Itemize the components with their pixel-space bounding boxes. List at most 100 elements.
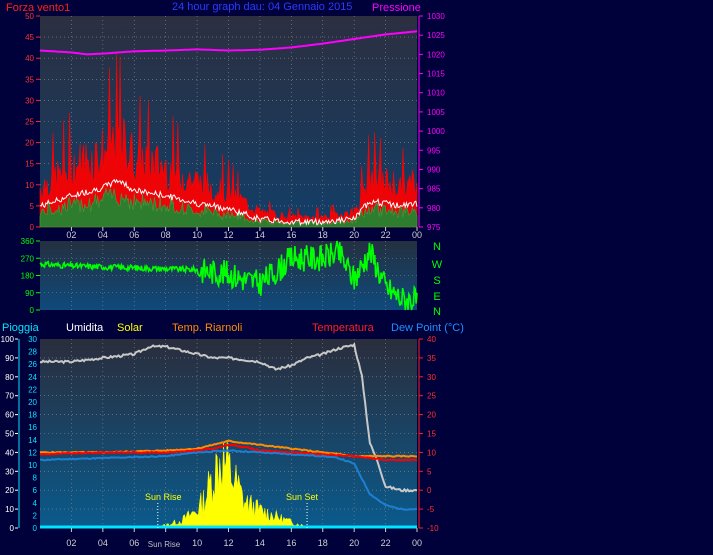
temperature-tick-label: 30 [427,373,436,382]
x-tick-label: 06 [129,538,139,548]
direction-tick-label: 180 [21,272,35,281]
pressure-tick-label: 980 [427,204,441,213]
rain-tick-label: 0 [10,524,15,533]
weather-dashboard: Forza vento1 24 hour graph dau: 04 Genna… [1,1,464,549]
temperature-tick-label: 10 [427,448,436,457]
wind-tick-label: 10 [25,181,34,190]
humidity-tick-label: 18 [28,411,37,420]
compass-label-w: W [432,259,443,271]
wind-tick-label: 5 [30,202,35,211]
wind-tick-label: 35 [25,75,34,84]
wind-tick-label: 15 [25,160,34,169]
pressure-tick-label: 1030 [427,12,445,21]
temperature-tick-label: 20 [427,411,436,420]
wind-tick-label: 0 [30,223,35,232]
direction-tick-label: 360 [21,237,35,246]
indoor-temp-title: Temp. Riarnoli [172,322,242,334]
x-tick-label: 18 [318,230,328,240]
x-tick-label: 06 [129,230,139,240]
pressure-tick-label: 1020 [427,50,445,59]
solar-title: Solar [117,322,143,334]
pressure-tick-label: 1000 [427,127,445,136]
wind-tick-label: 40 [25,54,34,63]
x-tick-label: 10 [192,230,202,240]
x-tick-label: 22 [381,538,391,548]
pressure-tick-label: 990 [427,165,441,174]
humidity-tick-label: 2 [33,511,38,520]
rain-tick-label: 100 [1,335,15,344]
rain-title: Pioggia [2,322,40,334]
x-tick-label: 20 [349,230,359,240]
temperature-tick-label: -10 [427,524,439,533]
rain-tick-label: 90 [5,354,14,363]
temperature-axis-ticks: -10 -5 0 5 10 15 20 25 30 35 40 [418,335,439,533]
rain-tick-label: 80 [5,373,14,382]
temperature-tick-label: 0 [427,486,432,495]
wind-tick-label: 25 [25,118,34,127]
humidity-tick-label: 22 [28,385,37,394]
compass-label-s: S [433,275,440,287]
x-tick-label: 12 [223,230,233,240]
humidity-tick-label: 24 [28,373,37,382]
rain-tick-label: 60 [5,411,14,420]
x-tick-label: 04 [98,538,108,548]
sun-set-label: Sun Set [286,492,319,502]
wind-tick-label: 20 [25,139,34,148]
x-tick-label: 04 [98,230,108,240]
wind-axis-ticks: 0 5 10 15 20 25 30 35 40 45 50 [25,12,40,232]
rain-tick-label: 50 [5,430,14,439]
x-tick-label: 22 [381,230,391,240]
x-tick-label: 16 [286,538,296,548]
pressure-axis-ticks: 975 980 985 990 995 1000 1005 1010 1015 1020 1025 1… [418,12,445,232]
pressure-tick-label: 995 [427,146,441,155]
compass-label-n-bottom: N [433,306,441,318]
direction-tick-label: 270 [21,254,35,263]
compass-label-e: E [433,291,440,303]
x-tick-label: 14 [255,230,265,240]
sun-rise-axis-label: Sun Rise [148,540,181,549]
rain-tick-label: 30 [5,467,14,476]
temperature-tick-label: 25 [427,392,436,401]
pressure-tick-label: 985 [427,185,441,194]
x-tick-label: 12 [223,538,233,548]
wind-title: Forza vento1 [6,2,70,14]
pressure-tick-label: 1015 [427,70,445,79]
temperature-tick-label: 40 [427,335,436,344]
x-tick-label: 18 [318,538,328,548]
pressure-tick-label: 1005 [427,108,445,117]
humidity-title: Umidita [66,322,104,334]
wind-tick-label: 45 [25,33,34,42]
temperature-tick-label: 5 [427,467,432,476]
direction-tick-label: 90 [25,289,34,298]
humidity-tick-label: 16 [28,423,37,432]
humidity-tick-label: 30 [28,335,37,344]
rain-tick-label: 10 [5,505,14,514]
pressure-tick-label: 975 [427,223,441,232]
humidity-tick-label: 14 [28,436,37,445]
compass-label-n-top: N [433,241,441,253]
rain-axis-ticks: 0 10 20 30 40 50 60 70 80 90 100 [1,335,18,533]
chart-date-title: 24 hour graph dau: 04 Gennaio 2015 [172,1,352,13]
pressure-tick-label: 1010 [427,89,445,98]
x-tick-label: 20 [349,538,359,548]
temperature-tick-label: -5 [427,505,435,514]
humidity-tick-label: 6 [33,486,38,495]
temperature-tick-label: 35 [427,354,436,363]
humidity-tick-label: 8 [33,474,38,483]
x-tick-label: 00 [412,538,422,548]
wind-x-axis-ticks: 02 04 06 08 10 12 14 16 18 20 22 00 [66,227,422,240]
humidity-tick-label: 26 [28,360,37,369]
x-tick-label: 02 [66,538,76,548]
wind-tick-label: 50 [25,12,34,21]
dew-point-title: Dew Point (°C) [391,322,464,334]
wind-tick-label: 30 [25,96,34,105]
x-tick-label: 02 [66,230,76,240]
x-tick-label: 10 [192,538,202,548]
pressure-tick-label: 1025 [427,31,445,40]
humidity-tick-label: 20 [28,398,37,407]
humidity-tick-label: 4 [33,499,38,508]
x-tick-label: 16 [286,230,296,240]
rain-tick-label: 20 [5,486,14,495]
humidity-tick-label: 0 [33,524,38,533]
x-tick-label: 08 [161,230,171,240]
